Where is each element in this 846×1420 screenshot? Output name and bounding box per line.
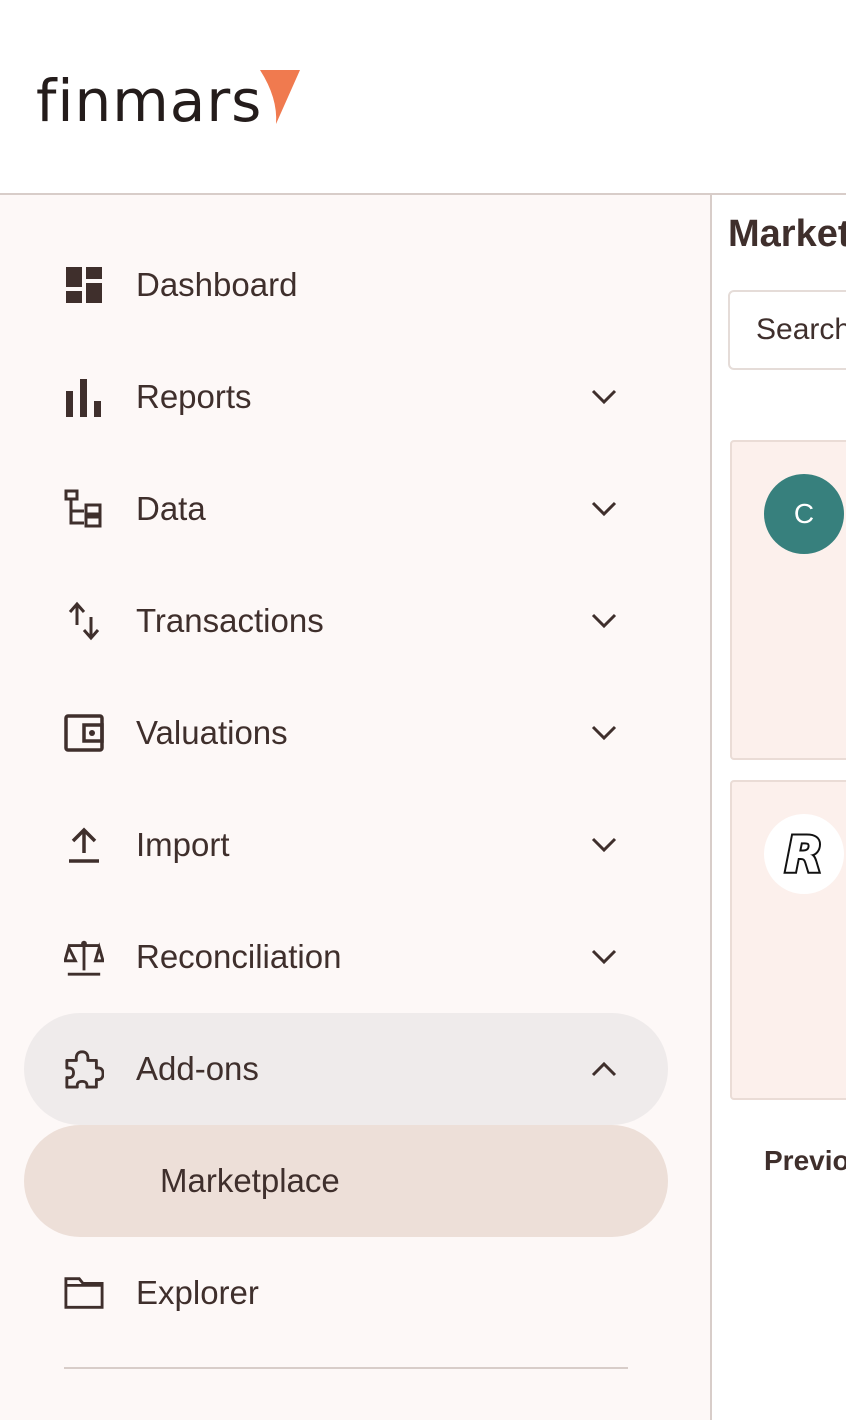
scale-icon (64, 937, 104, 977)
logo-wordmark: finmars (36, 67, 263, 135)
sidebar-item-label: Data (136, 490, 206, 527)
sidebar-item-marketplace[interactable]: Marketplace (24, 1125, 668, 1237)
page-title: Marketplace (728, 213, 846, 255)
sidebar-item-transactions[interactable]: Transactions (24, 565, 668, 677)
search-input[interactable] (756, 310, 846, 350)
chevron-down-icon[interactable] (588, 493, 620, 525)
chevron-down-icon[interactable] (588, 717, 620, 749)
sidebar-item-data[interactable]: Data (24, 453, 668, 565)
swap-vertical-icon (64, 601, 104, 641)
chevron-down-icon[interactable] (588, 381, 620, 413)
marketplace-card[interactable]: R (730, 780, 846, 1100)
data-tree-icon (64, 489, 104, 529)
search-box[interactable] (728, 290, 846, 370)
sidebar-item-label: Add-ons (136, 1050, 259, 1087)
sidebar-item-label: Reports (136, 378, 252, 415)
sidebar-item-dashboard[interactable]: Dashboard (24, 229, 668, 341)
sidebar-item-reconciliation[interactable]: Reconciliation (24, 901, 668, 1013)
chevron-down-icon[interactable] (588, 941, 620, 973)
sidebar-item-label: Dashboard (136, 266, 298, 303)
marketplace-card[interactable]: C (730, 440, 846, 760)
chevron-up-icon[interactable] (588, 1053, 620, 1085)
chevron-down-icon[interactable] (588, 605, 620, 637)
sidebar-item-label: Reconciliation (136, 938, 342, 975)
dashboard-icon (64, 265, 104, 305)
sidebar-item-label: Valuations (136, 714, 288, 751)
sidebar-item-add-ons[interactable]: Add-ons (24, 1013, 668, 1125)
top-bar: finmars (0, 0, 846, 195)
wallet-icon (64, 713, 104, 753)
main-content: Marketplace C R Previous (712, 195, 846, 1420)
pagination-previous-button[interactable]: Previous (764, 1145, 846, 1177)
sidebar-item-explorer[interactable]: Explorer (24, 1237, 668, 1349)
sidebar-item-label: Marketplace (160, 1162, 340, 1199)
bar-chart-icon (64, 377, 104, 417)
sidebar: Dashboard Reports Data Transactions Valu… (0, 195, 712, 1420)
puzzle-icon (64, 1049, 104, 1089)
sidebar-item-label: Explorer (136, 1274, 259, 1311)
logo-accent-icon (260, 70, 301, 124)
sidebar-divider (64, 1367, 628, 1369)
sidebar-item-import[interactable]: Import (24, 789, 668, 901)
folder-icon (64, 1273, 104, 1313)
sidebar-item-reports[interactable]: Reports (24, 341, 668, 453)
sidebar-item-valuations[interactable]: Valuations (24, 677, 668, 789)
sidebar-item-label: Transactions (136, 602, 324, 639)
chevron-down-icon[interactable] (588, 829, 620, 861)
card-avatar: C (764, 474, 844, 554)
upload-icon (64, 825, 104, 865)
sidebar-item-label: Import (136, 826, 230, 863)
finmars-logo[interactable]: finmars (36, 60, 302, 130)
revolut-logo-icon: R (764, 814, 844, 894)
svg-text:R: R (785, 826, 824, 882)
